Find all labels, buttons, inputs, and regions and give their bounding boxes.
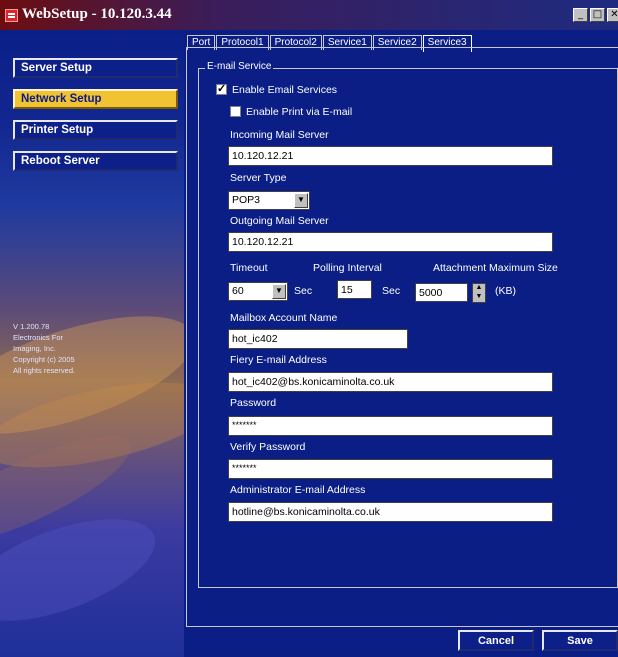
save-button[interactable]: Save	[542, 630, 618, 651]
enable-print-checkbox[interactable]	[230, 106, 241, 117]
polling-interval-input[interactable]: 15	[337, 280, 372, 299]
outgoing-server-label: Outgoing Mail Server	[230, 215, 329, 227]
admin-email-label: Administrator E-mail Address	[230, 484, 366, 496]
enable-print-label: Enable Print via E-mail	[246, 106, 353, 118]
tab-strip: Port Protocol1 Protocol2 Service1 Service2 Se…	[187, 32, 473, 52]
mailbox-account-input[interactable]: hot_ic402	[228, 329, 408, 349]
version-line: All rights reserved.	[13, 366, 76, 375]
version-line: Copyright (c) 2005	[13, 355, 75, 364]
checkmark-icon: ✓	[217, 83, 227, 95]
close-button[interactable]: ✕	[607, 8, 618, 22]
cancel-button[interactable]: Cancel	[458, 630, 534, 651]
websetup-window: WebSetup - 10.120.3.44 _ □ ✕ Server Setu…	[0, 0, 618, 657]
dropdown-arrow-icon[interactable]: ▼	[272, 284, 286, 299]
app-icon	[5, 9, 18, 22]
attachment-size-spinner[interactable]: ▲ ▼	[472, 283, 486, 303]
enable-email-label: Enable Email Services	[232, 84, 338, 96]
timeout-value: 60	[232, 285, 244, 297]
server-type-select[interactable]: POP3 ▼	[228, 191, 310, 210]
admin-email-input[interactable]: hotline@bs.konicaminolta.co.uk	[228, 502, 553, 522]
fiery-email-label: Fiery E-mail Address	[230, 354, 327, 366]
attachment-size-input[interactable]: 5000	[415, 283, 468, 302]
fiery-email-input[interactable]: hot_ic402@bs.konicaminolta.co.uk	[228, 372, 553, 392]
server-type-value: POP3	[232, 194, 261, 206]
sidebar-item-reboot-server[interactable]: Reboot Server	[13, 151, 178, 171]
timeout-unit: Sec	[294, 285, 313, 297]
minimize-button[interactable]: _	[573, 8, 588, 22]
version-info: V 1.200.78 Electronics For Imaging, Inc.…	[13, 321, 75, 376]
group-label: E-mail Service	[205, 61, 274, 72]
attachment-size-unit: (KB)	[495, 285, 516, 297]
password-label: Password	[230, 397, 277, 409]
version-line: Imaging, Inc.	[13, 344, 56, 353]
sidebar: Server Setup Network Setup Printer Setup…	[0, 30, 184, 657]
spin-down-icon[interactable]: ▼	[474, 293, 484, 301]
attachment-size-label: Attachment Maximum Size	[433, 262, 558, 274]
polling-interval-label: Polling Interval	[313, 262, 382, 274]
verify-password-label: Verify Password	[230, 441, 306, 453]
verify-password-input[interactable]: *******	[228, 459, 553, 479]
enable-email-checkbox[interactable]: ✓	[216, 83, 227, 95]
sidebar-item-server-setup[interactable]: Server Setup	[13, 58, 178, 78]
polling-unit: Sec	[382, 285, 401, 297]
incoming-server-label: Incoming Mail Server	[230, 129, 329, 141]
dropdown-arrow-icon[interactable]: ▼	[294, 193, 308, 208]
timeout-label: Timeout	[230, 262, 268, 274]
version-line: V 1.200.78	[13, 322, 50, 331]
window-title: WebSetup - 10.120.3.44	[22, 6, 172, 22]
incoming-server-input[interactable]: 10.120.12.21	[228, 146, 553, 166]
mailbox-account-label: Mailbox Account Name	[230, 312, 338, 324]
sidebar-item-network-setup[interactable]: Network Setup	[13, 89, 178, 109]
spin-up-icon[interactable]: ▲	[474, 284, 484, 292]
sidebar-item-printer-setup[interactable]: Printer Setup	[13, 120, 178, 140]
maximize-button[interactable]: □	[590, 8, 605, 22]
server-type-label: Server Type	[230, 172, 287, 184]
outgoing-server-input[interactable]: 10.120.12.21	[228, 232, 553, 252]
title-bar[interactable]: WebSetup - 10.120.3.44 _ □ ✕	[0, 0, 618, 30]
timeout-select[interactable]: 60 ▼	[228, 282, 288, 301]
version-line: Electronics For	[13, 333, 64, 342]
password-input[interactable]: *******	[228, 416, 553, 436]
footer-divider	[186, 626, 618, 627]
